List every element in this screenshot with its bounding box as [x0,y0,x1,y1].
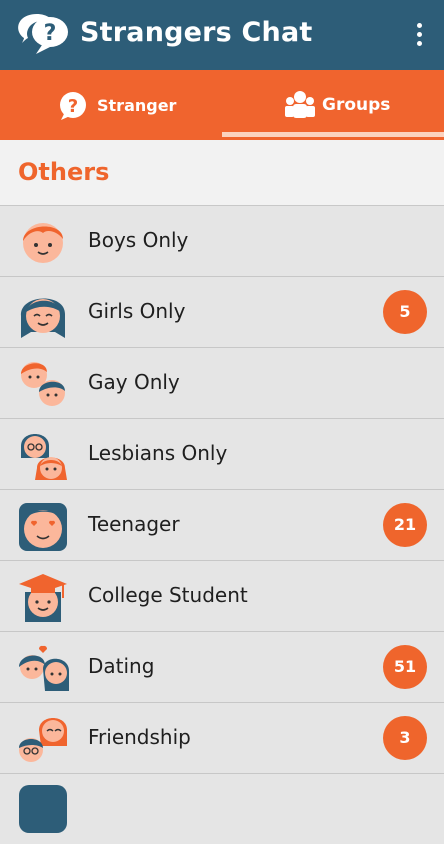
group-name: Friendship [88,725,191,749]
group-name: Teenager [88,512,180,536]
gay-couple-avatar-icon [21,362,65,406]
group-row-boys-only[interactable]: Boys Only [0,206,444,277]
partial-avatar-icon [19,785,67,833]
group-name: Lesbians Only [88,441,228,465]
unread-count-badge: 5 [383,290,427,334]
dating-couple-avatar-icon [19,645,69,691]
boy-avatar-icon [23,223,63,263]
question-bubble-icon: ? [60,92,86,120]
group-row-dating[interactable]: Dating 51 [0,632,444,703]
friends-avatar-icon [19,718,67,762]
chat-bubbles-logo-icon: ? [18,14,68,54]
overflow-menu-icon[interactable] [407,18,431,52]
group-row-partial[interactable] [0,774,444,844]
group-name: Gay Only [88,370,180,394]
group-row-lesbians-only[interactable]: Lesbians Only [0,419,444,490]
group-row-girls-only[interactable]: Girls Only 5 [0,277,444,348]
tab-groups-label: Groups [322,95,391,115]
lesbian-couple-avatar-icon [21,434,67,480]
app-title: Strangers Chat [80,17,313,48]
tab-stranger[interactable]: ? Stranger [0,70,222,140]
group-icon [285,91,315,118]
teenager-avatar-icon [19,503,67,551]
group-name: Boys Only [88,228,189,252]
unread-count-badge: 51 [383,645,427,689]
tab-groups[interactable]: Groups [222,70,444,140]
group-name: College Student [88,583,248,607]
unread-count-badge: 21 [383,503,427,547]
girl-avatar-icon [20,298,65,338]
group-row-gay-only[interactable]: Gay Only [0,348,444,419]
app-bar: ? Strangers Chat [0,0,444,70]
tab-stranger-label: Stranger [97,96,177,115]
svg-text:?: ? [44,21,57,46]
group-row-teenager[interactable]: Teenager 21 [0,490,444,561]
svg-text:?: ? [68,96,78,117]
group-name: Girls Only [88,299,186,323]
group-row-college-student[interactable]: College Student [0,561,444,632]
section-header: Others [0,140,444,206]
group-row-friendship[interactable]: Friendship 3 [0,703,444,774]
tab-bar: ? Stranger Groups [0,70,444,140]
unread-count-badge: 3 [383,716,427,760]
tab-selected-indicator [222,132,444,137]
section-title: Others [18,158,110,186]
group-name: Dating [88,654,155,678]
graduate-avatar-icon [19,574,67,622]
